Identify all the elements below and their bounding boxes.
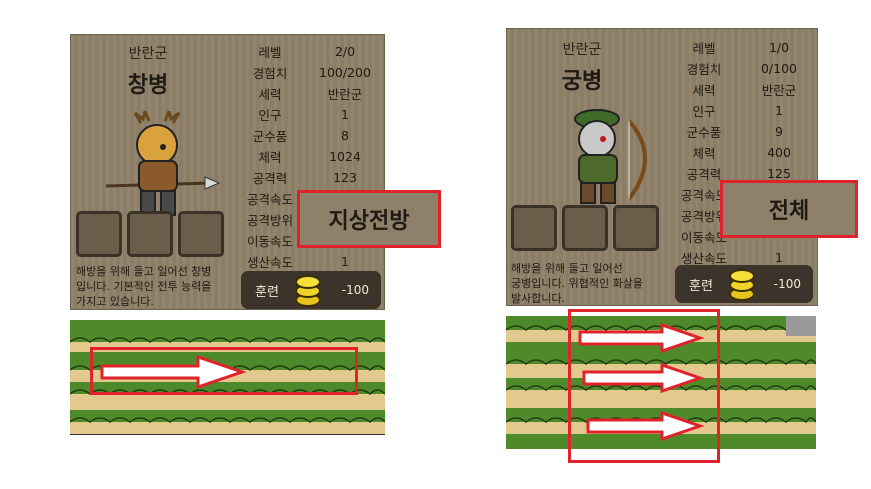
unit-description: 해방을 위해 들고 일어선 궁병입니다. 위협적인 화살을 발사합니다. [511,262,643,305]
equipment-slot[interactable] [562,205,608,251]
stat-row: 생산속도 1 [246,254,349,270]
unit-description: 해방을 위해 들고 일어선 창병 입니다. 기본적인 전투 능력을 가지고 있습… [76,265,212,308]
stat-row: 세력 반란군 [692,83,797,98]
unit-card-spearman: 반란군 창병 레벨 2/0 경험치 100/200 세력 반란군 인구 1 군수품 8 체… [70,34,385,310]
equipment-slot[interactable] [178,211,224,257]
stat-row: 세력 반란군 [258,87,363,102]
stat-row: 경험치 100/200 [252,65,371,81]
archer-character-icon [574,109,647,204]
stat-row: 레벨 1/0 [692,40,790,56]
stat-row: 레벨 2/0 [258,44,356,60]
train-cost: -100 [773,277,801,291]
equipment-slot[interactable] [76,211,122,257]
arrow-right-icon [582,362,705,394]
stat-row: 인구 1 [692,103,783,119]
stat-row: 군수품 9 [686,124,783,140]
unit-name: 창병 [127,73,169,98]
equipment-slot[interactable] [127,211,173,257]
unit-card-archer: 반란군 궁병 레벨 1/0 경험치 0/100 세력 반란군 인구 1 군수품 9 체력 4… [506,28,818,306]
train-label: 훈련 [689,278,713,294]
unit-faction: 반란군 [562,42,602,58]
unit-name: 궁병 [561,69,603,94]
equipment-slot[interactable] [511,205,557,251]
stat-row: 체력 400 [692,145,791,161]
stat-row: 인구 1 [258,107,349,123]
stat-row: 경험치 0/100 [686,61,798,77]
coin-stack-icon [295,275,321,307]
stat-row: 군수품 8 [252,128,349,144]
attack-range-text: 전체 [768,199,810,224]
attack-range-popup: 전체 [720,180,858,238]
arrow-right-icon [578,322,705,354]
arrow-right-icon [100,354,247,390]
stat-row: 공격력 123 [252,170,357,186]
arrow-right-icon [586,410,705,442]
stat-row: 체력 1024 [258,149,361,165]
train-button[interactable]: 훈련 -100 [675,265,813,303]
equipment-slot[interactable] [613,205,659,251]
train-button[interactable]: 훈련 -100 [241,271,381,309]
train-cost: -100 [341,283,369,297]
spearman-character-icon [105,111,221,216]
attack-range-text: 지상전방 [328,209,410,234]
train-label: 훈련 [255,284,279,300]
attack-range-popup: 지상전방 [297,190,441,248]
unit-faction: 반란군 [128,46,168,62]
coin-stack-icon [729,269,755,301]
